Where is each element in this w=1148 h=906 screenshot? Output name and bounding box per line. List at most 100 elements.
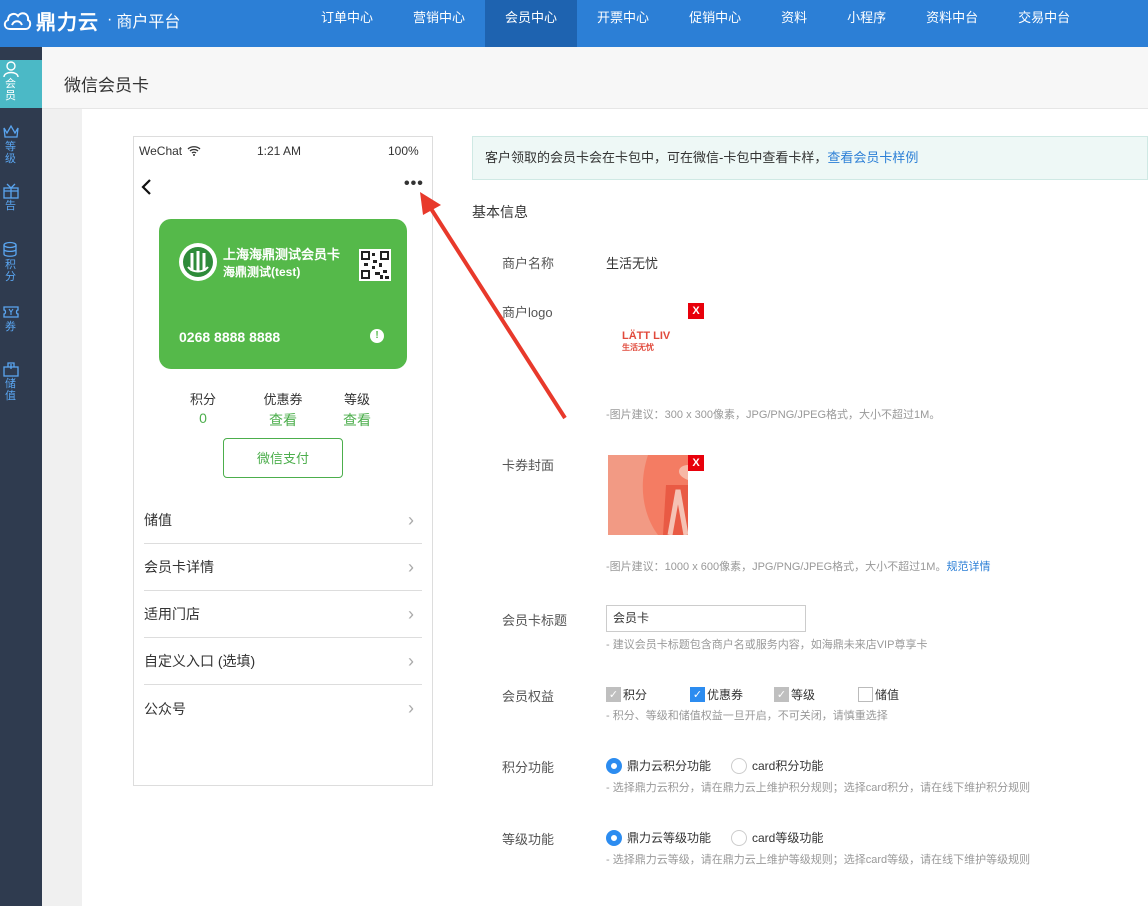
menu-item-stored-value[interactable]: 储值 ›: [144, 497, 422, 544]
checkmark-icon: ✓: [690, 687, 705, 702]
menu-item-label: 会员卡详情: [144, 559, 214, 575]
qr-code-icon[interactable]: [359, 249, 391, 281]
level-function-label: 等级功能: [502, 832, 555, 847]
checkmark-icon: ✓: [606, 687, 621, 702]
status-time: 1:21 AM: [257, 144, 302, 158]
radio-label: 鼎力云积分功能: [627, 759, 712, 773]
wechat-pay-button[interactable]: 微信支付: [223, 438, 343, 478]
info-notice: 客户领取的会员卡会在卡包中，可在微信-卡包中查看卡样，查看会员卡样例: [472, 136, 1148, 180]
logo-label: 商户logo: [502, 305, 553, 320]
menu-item-label: 适用门店: [144, 606, 200, 622]
phone-preview: WeChat 1:21 AM 100% ••• 上海海鼎测试会员卡 海鼎测试(t…: [133, 136, 433, 786]
nav-marketing[interactable]: 营销中心: [393, 0, 485, 47]
notice-text: 客户领取的会员卡会在卡包中，可在微信-卡包中查看卡样，: [485, 150, 828, 165]
sidebar-item-coupons[interactable]: 券: [0, 303, 42, 339]
menu-item-stores[interactable]: 适用门店 ›: [144, 591, 422, 638]
sidebar-item-members[interactable]: 会员: [0, 60, 42, 108]
more-icon[interactable]: •••: [404, 175, 424, 193]
radio-label: card积分功能: [752, 759, 824, 773]
page-header: 微信会员卡: [42, 47, 1148, 109]
nav-miniprogram[interactable]: 小程序: [827, 0, 906, 47]
menu-item-card-details[interactable]: 会员卡详情 ›: [144, 544, 422, 591]
benefit-level-checkbox[interactable]: ✓ 等级: [774, 686, 815, 703]
wifi-icon: [187, 146, 201, 156]
cloud-logo-icon: [3, 12, 32, 30]
stat-label: 积分: [189, 392, 216, 407]
chevron-right-icon: ›: [408, 556, 414, 577]
delete-cover-button[interactable]: X: [688, 455, 704, 471]
points-hint: - 选择鼎力云积分，请在鼎力云上维护积分规则；选择card积分，请在线下维护积分…: [606, 782, 1031, 794]
benefit-stored-value-checkbox[interactable]: 储值: [858, 686, 899, 703]
points-option-dingliyun[interactable]: 鼎力云积分功能: [606, 757, 711, 774]
logo-hint: -图片建议：300 x 300像素，JPG/PNG/JPEG格式，大小不超过1M…: [606, 409, 941, 421]
spec-details-link[interactable]: 规范详情: [946, 561, 990, 573]
stat-value: 查看: [343, 412, 371, 428]
level-option-card[interactable]: card等级功能: [731, 829, 823, 846]
menu-item-label: 储值: [144, 512, 172, 528]
radio-label: 鼎力云等级功能: [627, 831, 712, 845]
menu-item-label: 自定义入口 (选填): [144, 653, 256, 669]
level-option-dingliyun[interactable]: 鼎力云等级功能: [606, 829, 711, 846]
nav-data[interactable]: 资料: [761, 0, 827, 47]
sidebar-item-stored-value[interactable]: 储值: [0, 360, 42, 408]
nav-invoice[interactable]: 开票中心: [577, 0, 669, 47]
status-battery: 100%: [388, 144, 419, 158]
main-nav: 订单中心 营销中心 会员中心 开票中心 促销中心 资料 小程序 资料中台 交易中…: [301, 0, 1090, 47]
person-icon: [3, 61, 19, 78]
points-function-label: 积分功能: [502, 760, 555, 775]
view-card-sample-link[interactable]: 查看会员卡样例: [827, 150, 918, 165]
sidebar-item-points[interactable]: 积分: [0, 241, 42, 289]
chevron-right-icon: ›: [408, 650, 414, 671]
back-arrow-icon[interactable]: [140, 178, 152, 196]
sidebar-item-label: 等级: [5, 141, 16, 165]
brand-name: 鼎力云: [36, 11, 99, 34]
phone-menu: 储值 › 会员卡详情 › 适用门店 › 自定义入口 (选填) › 公众号 ›: [144, 497, 422, 732]
menu-item-label: 公众号: [144, 700, 186, 717]
card-title-input[interactable]: 会员卡: [606, 605, 806, 632]
chevron-right-icon: ›: [408, 603, 414, 624]
sidebar-item-levels[interactable]: 等级: [0, 123, 42, 169]
menu-item-official-account[interactable]: 公众号 ›: [144, 685, 422, 732]
cover-label: 卡券封面: [502, 458, 555, 473]
chevron-right-icon: ›: [408, 509, 414, 530]
card-title: 上海海鼎测试会员卡: [223, 247, 341, 262]
status-carrier: WeChat: [139, 144, 183, 158]
sidebar-item-gift[interactable]: 告: [0, 182, 42, 228]
chevron-right-icon: ›: [408, 698, 414, 718]
menu-item-custom-entry[interactable]: 自定义入口 (选填) ›: [144, 638, 422, 685]
radio-unselected-icon: [731, 757, 747, 774]
nav-trade-center[interactable]: 交易中台: [998, 0, 1090, 47]
benefit-coupons-checkbox[interactable]: ✓ 优惠券: [690, 686, 743, 703]
benefits-hint: - 积分、等级和储值权益一旦开启，不可关闭，请慎重选择: [606, 710, 888, 722]
merchant-name-value: 生活无忧: [606, 256, 659, 271]
points-option-card[interactable]: card积分功能: [731, 757, 823, 774]
stat-points[interactable]: 积分 0: [173, 389, 233, 426]
card-info-icon[interactable]: !: [370, 329, 384, 343]
radio-selected-icon: [606, 829, 622, 846]
nav-promotion[interactable]: 促销中心: [669, 0, 761, 47]
sidebar: 会员 等级 告 积分 券 储值: [0, 47, 42, 906]
delete-logo-button[interactable]: X: [688, 303, 704, 319]
nav-members[interactable]: 会员中心: [485, 0, 578, 47]
sidebar-item-label: 告: [5, 200, 16, 212]
nav-data-center[interactable]: 资料中台: [906, 0, 998, 47]
benefit-points-checkbox[interactable]: ✓ 积分: [606, 686, 647, 703]
brand-separator: ·: [107, 11, 113, 28]
checkbox-box: [858, 687, 873, 702]
stat-coupons[interactable]: 优惠券 查看: [253, 389, 313, 430]
card-brand-logo-icon: [179, 243, 217, 281]
cover-image[interactable]: [608, 455, 688, 535]
brand-logo[interactable]: 鼎力云 · 商户平台: [2, 5, 180, 35]
member-card[interactable]: 上海海鼎测试会员卡 海鼎测试(test) 0268 8888 8888 !: [159, 219, 407, 369]
page-title: 微信会员卡: [64, 76, 149, 95]
checkmark-icon: ✓: [774, 687, 789, 702]
stat-level[interactable]: 等级 查看: [327, 389, 387, 430]
card-number: 0268 8888 8888: [179, 329, 281, 345]
logo-text: LÄTT LIV: [622, 330, 671, 342]
sidebar-item-label: 储值: [5, 378, 16, 402]
checkbox-label: 等级: [791, 688, 816, 702]
sidebar-item-label: 积分: [5, 259, 16, 283]
merchant-logo-image[interactable]: LÄTT LIV 生活无忧: [622, 331, 670, 353]
radio-label: card等级功能: [752, 831, 824, 845]
nav-orders[interactable]: 订单中心: [301, 0, 393, 47]
